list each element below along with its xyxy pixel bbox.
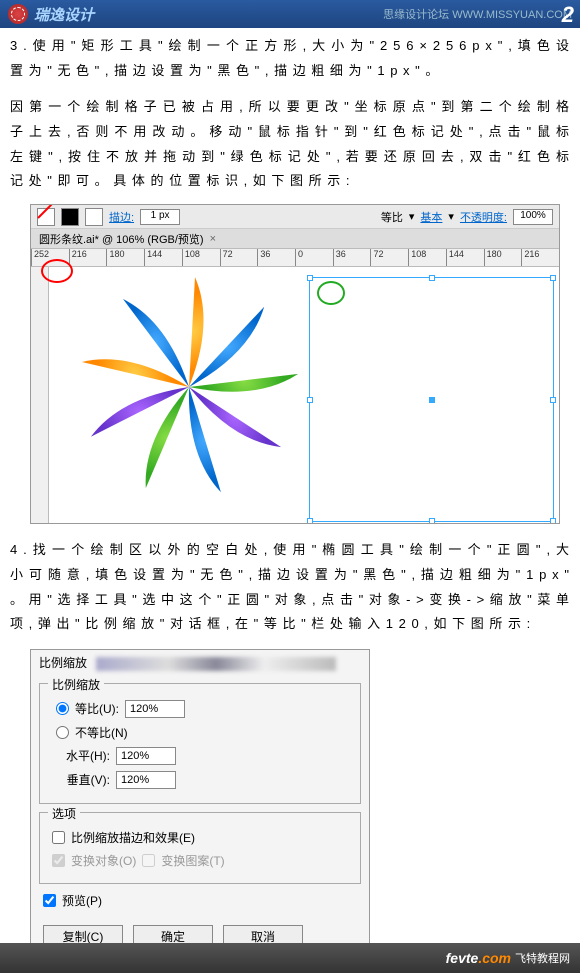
paragraph-step3: 3 . 使 用 " 矩 形 工 具 " 绘 制 一 个 正 方 形 , 大 小 … — [0, 28, 580, 89]
fill-swatch-icon[interactable] — [37, 208, 55, 226]
stroke-label[interactable]: 描边: — [109, 209, 134, 225]
scale-fieldset: 比例缩放 等比(U): 不等比(N) 水平(H): 垂直(V): — [39, 683, 361, 804]
dialog-title-text: 比例缩放 — [39, 656, 87, 670]
uniform-input[interactable] — [125, 700, 185, 718]
footer-subtitle: 飞特教程网 — [515, 950, 570, 966]
vert-label: 垂直(V): — [56, 771, 110, 788]
canvas-area[interactable] — [49, 267, 559, 523]
horiz-label: 水平(H): — [56, 747, 110, 764]
vert-input[interactable] — [116, 771, 176, 789]
header-source: 思缘设计论坛 WWW.MISSYUAN.COM — [383, 6, 572, 22]
tab-title: 圆形条纹.ai* @ 106% (RGB/预览) — [39, 231, 204, 247]
scale-strokes-label: 比例缩放描边和效果(E) — [71, 829, 195, 846]
selection-rectangle[interactable] — [309, 277, 554, 522]
handle-icon[interactable] — [307, 518, 313, 524]
page-header: 瑞逸设计 思缘设计论坛 WWW.MISSYUAN.COM 2 — [0, 0, 580, 28]
document-tab[interactable]: 圆形条纹.ai* @ 106% (RGB/预览) × — [31, 229, 559, 249]
stroke-swatch-icon[interactable] — [61, 208, 79, 226]
options-legend: 选项 — [48, 805, 80, 822]
transform-patterns-label: 变换图案(T) — [161, 852, 224, 869]
opacity-input[interactable]: 100% — [513, 209, 553, 225]
transform-objects-label: 变换对象(O) — [71, 852, 136, 869]
handle-icon[interactable] — [550, 397, 556, 403]
uniform-label: 等比(U): — [75, 700, 119, 717]
horizontal-ruler[interactable]: 252 216 180 144 108 72 36 0 36 72 108 14… — [31, 249, 559, 267]
horiz-input[interactable] — [116, 747, 176, 765]
nonuniform-radio[interactable] — [56, 726, 69, 739]
scale-dialog: 比例缩放 比例缩放 等比(U): 不等比(N) 水平(H): 垂直(V): 选项… — [30, 649, 370, 960]
green-marker-icon — [317, 281, 345, 305]
handle-icon[interactable] — [429, 275, 435, 281]
footer-brand2: .com — [478, 950, 511, 966]
opacity-label[interactable]: 不透明度: — [460, 209, 507, 225]
basic-dropdown[interactable]: 基本 — [420, 209, 442, 225]
preview-label: 预览(P) — [62, 892, 102, 909]
ai-toolbar: 描边: 1 px 等比 ▾ 基本 ▾ 不透明度: 100% — [31, 205, 559, 229]
uniform-radio[interactable] — [56, 702, 69, 715]
ratio-dropdown[interactable]: 等比 — [381, 209, 403, 225]
nonuniform-label: 不等比(N) — [75, 724, 128, 741]
dialog-titlebar: 比例缩放 — [31, 650, 369, 675]
handle-icon[interactable] — [429, 518, 435, 524]
scale-legend: 比例缩放 — [48, 676, 104, 693]
red-marker-icon — [41, 259, 73, 283]
stroke-width-input[interactable]: 1 px — [140, 209, 180, 225]
handle-icon[interactable] — [550, 518, 556, 524]
handle-icon[interactable] — [307, 397, 313, 403]
transform-patterns-checkbox — [142, 854, 155, 867]
scale-strokes-checkbox[interactable] — [52, 831, 65, 844]
paragraph-step3b: 因 第 一 个 绘 制 格 子 已 被 占 用 , 所 以 要 更 改 " 坐 … — [0, 89, 580, 200]
swatch3-icon[interactable] — [85, 208, 103, 226]
close-icon[interactable]: × — [210, 233, 216, 245]
center-handle-icon[interactable] — [429, 397, 435, 403]
preview-checkbox[interactable] — [43, 894, 56, 907]
footer-brand1: fevte — [446, 950, 479, 966]
options-fieldset: 选项 比例缩放描边和效果(E) 变换对象(O) 变换图案(T) — [39, 812, 361, 884]
vertical-ruler[interactable] — [31, 267, 49, 523]
spiral-artwork — [79, 277, 299, 497]
logo-icon — [8, 4, 28, 24]
titlebar-blur — [96, 657, 336, 671]
illustrator-screenshot: 描边: 1 px 等比 ▾ 基本 ▾ 不透明度: 100% 圆形条纹.ai* @… — [30, 204, 560, 524]
header-title: 瑞逸设计 — [34, 4, 94, 25]
handle-icon[interactable] — [550, 275, 556, 281]
transform-objects-checkbox — [52, 854, 65, 867]
handle-icon[interactable] — [307, 275, 313, 281]
page-footer: fevte.com 飞特教程网 — [0, 943, 580, 973]
paragraph-step4: 4 . 找 一 个 绘 制 区 以 外 的 空 白 处 , 使 用 " 椭 圆 … — [0, 532, 580, 643]
page-number: 2 — [562, 2, 574, 28]
